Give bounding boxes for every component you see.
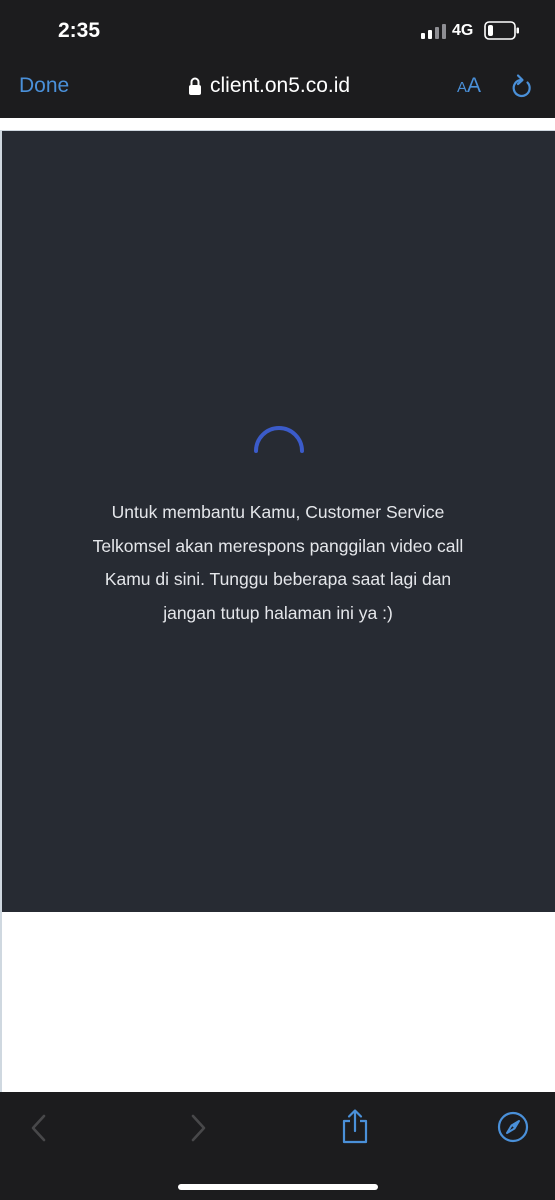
home-indicator: [178, 1184, 378, 1190]
forward-icon: [191, 1114, 206, 1142]
compass-button[interactable]: [497, 1111, 529, 1143]
back-button[interactable]: [28, 1112, 50, 1144]
browser-top-chrome: 2:35 4G Done client.on5.co.id AA: [0, 0, 555, 118]
status-bar: 2:35 4G: [0, 0, 555, 62]
done-button[interactable]: Done: [19, 74, 69, 98]
address-bar[interactable]: client.on5.co.id: [188, 72, 350, 100]
text-size-button[interactable]: AA: [457, 74, 481, 98]
share-icon: [342, 1109, 368, 1144]
network-type: 4G: [452, 22, 474, 39]
share-button[interactable]: [340, 1108, 370, 1144]
text-size-small-a: A: [457, 79, 468, 96]
reload-icon[interactable]: [508, 72, 534, 100]
lock-icon: [189, 77, 201, 95]
browser-nav-bar: Done client.on5.co.id AA: [0, 62, 555, 118]
text-size-big-a: A: [467, 74, 482, 97]
url-text: client.on5.co.id: [210, 74, 351, 97]
status-time: 2:35: [58, 19, 101, 42]
waiting-message: Untuk membantu Kamu, Customer Service Te…: [92, 502, 464, 623]
loading-spinner-icon: [254, 426, 304, 453]
battery-icon: [484, 21, 519, 40]
signal-icon: [421, 24, 446, 39]
forward-button[interactable]: [187, 1112, 209, 1144]
back-icon: [31, 1114, 46, 1142]
compass-icon: [497, 1111, 529, 1143]
browser-bottom-toolbar: [0, 1092, 555, 1200]
